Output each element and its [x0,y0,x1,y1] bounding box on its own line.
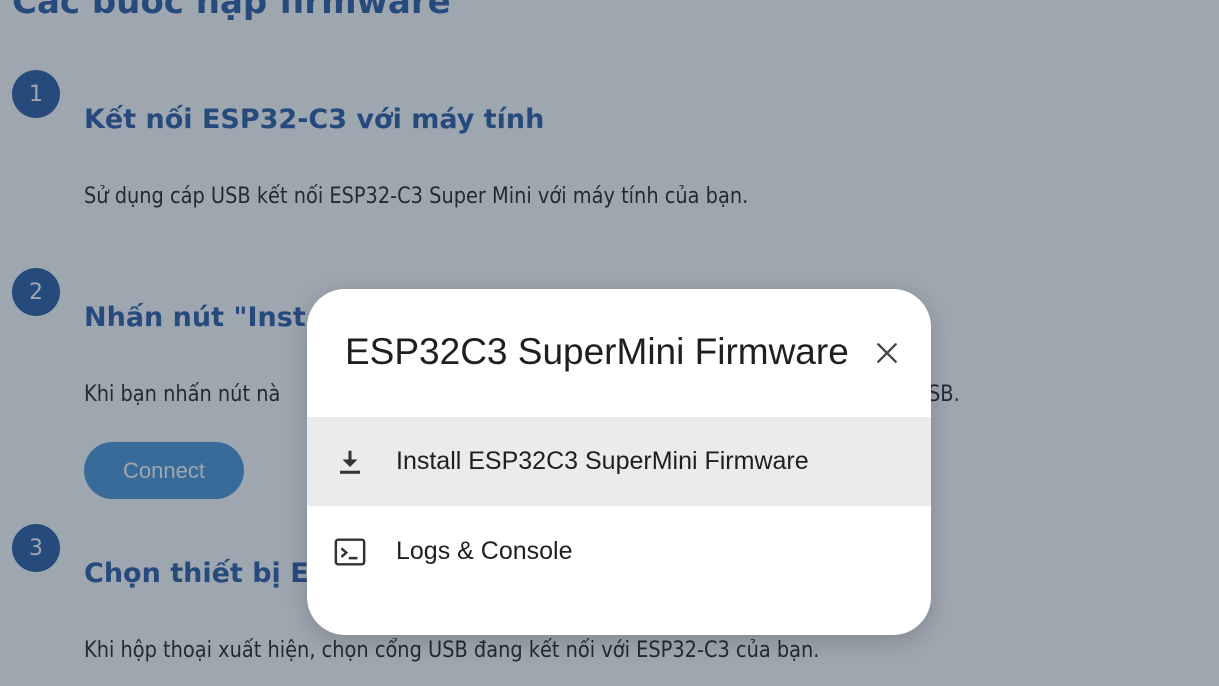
firmware-dialog: ESP32C3 SuperMini Firmware Install ESP32… [307,289,931,635]
install-firmware-label: Install ESP32C3 SuperMini Firmware [396,447,809,475]
install-firmware-menu-item[interactable]: Install ESP32C3 SuperMini Firmware [307,417,931,506]
close-icon [877,343,897,363]
close-button[interactable] [867,333,907,373]
logs-console-menu-item[interactable]: Logs & Console [307,507,931,596]
dialog-title: ESP32C3 SuperMini Firmware [345,331,849,372]
logs-console-label: Logs & Console [396,537,573,565]
download-icon [333,445,367,479]
terminal-icon [333,535,367,569]
